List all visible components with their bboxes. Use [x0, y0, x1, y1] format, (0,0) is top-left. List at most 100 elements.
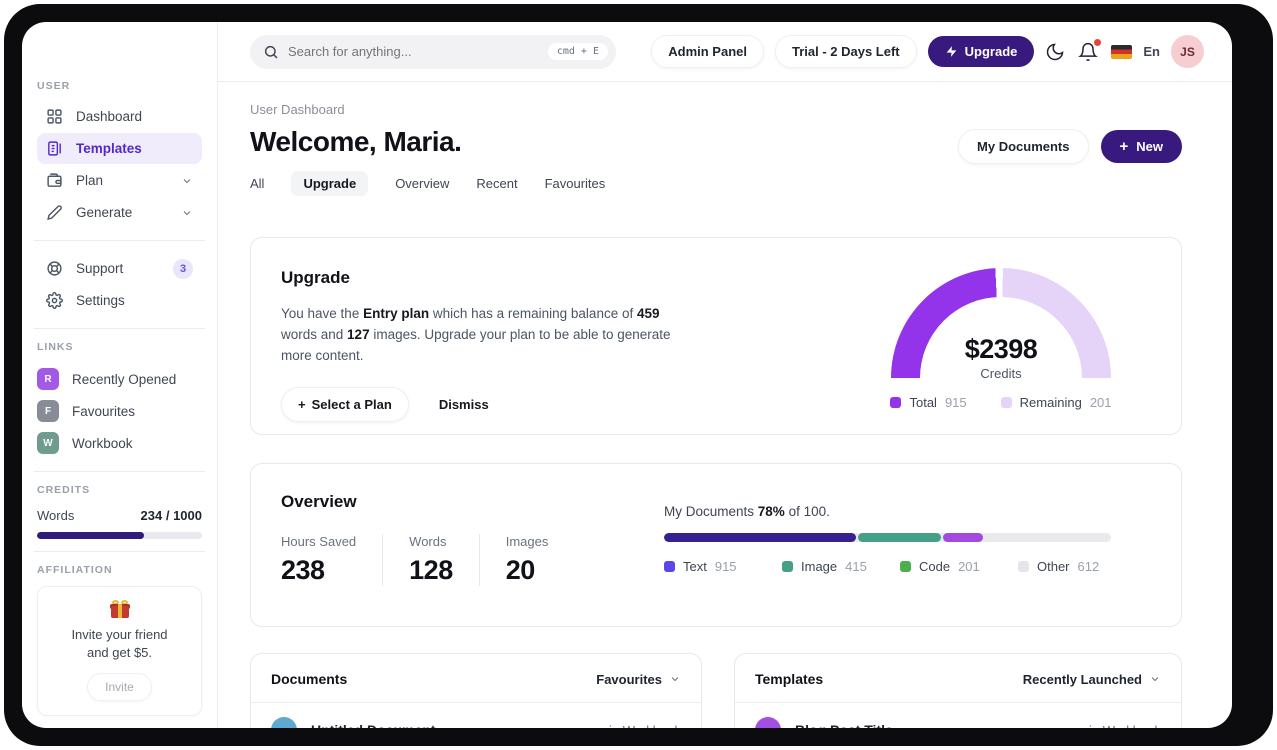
tab-overview[interactable]: Overview [395, 171, 449, 196]
gear-icon [46, 292, 63, 309]
link-initial-badge: R [37, 368, 59, 390]
chevron-down-icon [181, 175, 193, 187]
search-icon [263, 44, 279, 60]
notifications-button[interactable] [1078, 38, 1102, 63]
sidebar-item-settings[interactable]: Settings [37, 285, 202, 316]
sidebar-item-label: Support [76, 261, 124, 276]
link-initial-badge: F [37, 400, 59, 422]
search-bar[interactable]: cmd + E [250, 34, 616, 69]
link-label: Workbook [72, 435, 133, 451]
sidebar-item-generate[interactable]: Generate [37, 197, 202, 228]
credits-progress-track [37, 532, 202, 539]
invite-button[interactable]: Invite [87, 673, 152, 702]
legend-swatch [782, 561, 793, 572]
main-area: cmd + E Admin Panel Trial - 2 Days Left … [218, 22, 1232, 728]
trial-status-button[interactable]: Trial - 2 Days Left [774, 35, 917, 68]
sidebar-section-user: USER [37, 80, 71, 92]
progress-title: My Documents 78% of 100. [664, 504, 830, 519]
sidebar-link-favourites[interactable]: F Favourites [37, 395, 202, 427]
new-button[interactable]: + New [1100, 130, 1182, 163]
template-avatar [755, 717, 781, 728]
tabs-bar: All Upgrade Overview Recent Favourites [250, 171, 1182, 196]
gift-icon [109, 600, 130, 618]
chevron-down-icon [669, 673, 681, 685]
page-body: User Dashboard Welcome, Maria. My Docume… [218, 82, 1232, 728]
sidebar-link-workbook[interactable]: W Workbook [37, 427, 202, 459]
credits-progress-fill [37, 532, 145, 539]
plus-icon: + [298, 396, 306, 412]
tab-upgrade[interactable]: Upgrade [291, 171, 369, 196]
legend-swatch [664, 561, 675, 572]
legend-swatch [900, 561, 911, 572]
header-actions: My Documents + New [958, 129, 1182, 164]
sidebar-divider [34, 471, 205, 472]
plus-icon: + [1119, 138, 1129, 155]
tab-all[interactable]: All [250, 171, 264, 196]
stat-words: Words 128 [409, 534, 480, 586]
sidebar-item-dashboard[interactable]: Dashboard [37, 101, 202, 132]
templates-card: Templates Recently Launched Blog Post Ti… [734, 653, 1182, 728]
documents-filter-dropdown[interactable]: Favourites [596, 672, 681, 687]
affiliation-text-line1: Invite your friend [71, 627, 168, 642]
search-input[interactable] [288, 44, 548, 59]
template-location: in Workbook [1089, 723, 1161, 729]
my-documents-button[interactable]: My Documents [958, 129, 1089, 164]
sidebar-item-templates[interactable]: Templates [37, 133, 202, 164]
legend-swatch [890, 397, 902, 408]
chevron-down-icon [181, 207, 193, 219]
sidebar-divider [34, 328, 205, 329]
legend-swatch [1000, 397, 1012, 408]
sidebar-nav: Dashboard Templates Plan Generate [37, 101, 202, 228]
credits-gauge: $2398 Credits Total 915 Remaining 201 [890, 268, 1112, 410]
support-badge: 3 [173, 258, 193, 279]
sidebar-item-label: Plan [76, 173, 104, 188]
german-flag-icon[interactable] [1111, 44, 1133, 59]
pencil-icon [46, 204, 63, 221]
stat-hours-saved: Hours Saved 238 [281, 534, 384, 586]
documents-progress: My Documents 78% of 100. Text 915 Image … [664, 504, 1111, 574]
legend-item-other: Other 612 [1018, 559, 1099, 574]
tab-recent[interactable]: Recent [476, 171, 517, 196]
progress-legend: Text 915 Image 415 Code 201 Other 612 [664, 559, 1111, 574]
sidebar-item-plan[interactable]: Plan [37, 165, 202, 196]
search-shortcut-badge: cmd + E [547, 43, 608, 60]
template-row[interactable]: Blog Post Title in Workbook [735, 703, 1181, 728]
credits-value: 234 / 1000 [140, 508, 202, 523]
lifebuoy-icon [46, 260, 63, 277]
gauge-center-value: $2398 [964, 334, 1038, 364]
language-label[interactable]: En [1143, 44, 1160, 59]
document-avatar [271, 717, 297, 728]
progress-segment-code [942, 533, 984, 542]
sidebar-divider [34, 240, 205, 241]
link-label: Recently Opened [72, 371, 177, 387]
upgrade-button[interactable]: Upgrade [927, 36, 1035, 67]
legend-item-image: Image 415 [782, 559, 900, 574]
grid-icon [46, 108, 63, 125]
sidebar: USER Dashboard Templates Plan Generate S… [22, 22, 218, 728]
legend-swatch [1018, 561, 1029, 572]
sidebar-item-label: Generate [76, 205, 133, 220]
sidebar-link-recently-opened[interactable]: R Recently Opened [37, 363, 202, 395]
document-row[interactable]: Untitled Document in Workbook [251, 703, 701, 728]
progress-segment-text [664, 533, 857, 542]
user-avatar[interactable]: JS [1171, 35, 1204, 68]
sidebar-item-support[interactable]: Support 3 [37, 253, 202, 284]
admin-panel-button[interactable]: Admin Panel [651, 35, 764, 68]
bottom-cards-row: Documents Favourites Untitled Document i… [250, 653, 1182, 728]
templates-filter-dropdown[interactable]: Recently Launched [1023, 672, 1161, 687]
legend-item-code: Code 201 [900, 559, 1018, 574]
dismiss-button[interactable]: Dismiss [439, 397, 489, 412]
tab-favourites[interactable]: Favourites [545, 171, 606, 196]
select-plan-button[interactable]: + Select a Plan [281, 386, 409, 422]
bolt-icon [946, 46, 957, 57]
gauge-legend: Total 915 Remaining 201 [890, 395, 1112, 410]
sidebar-section-credits: CREDITS [37, 484, 91, 496]
gauge-center-label: Credits [980, 366, 1022, 378]
wallet-icon [46, 172, 63, 189]
notification-dot [1094, 38, 1102, 46]
templates-icon [46, 140, 63, 157]
legend-item-remaining: Remaining 201 [1000, 395, 1112, 410]
dark-mode-toggle[interactable] [1045, 41, 1067, 63]
breadcrumb: User Dashboard [250, 102, 345, 117]
stat-images: Images 20 [505, 534, 549, 585]
